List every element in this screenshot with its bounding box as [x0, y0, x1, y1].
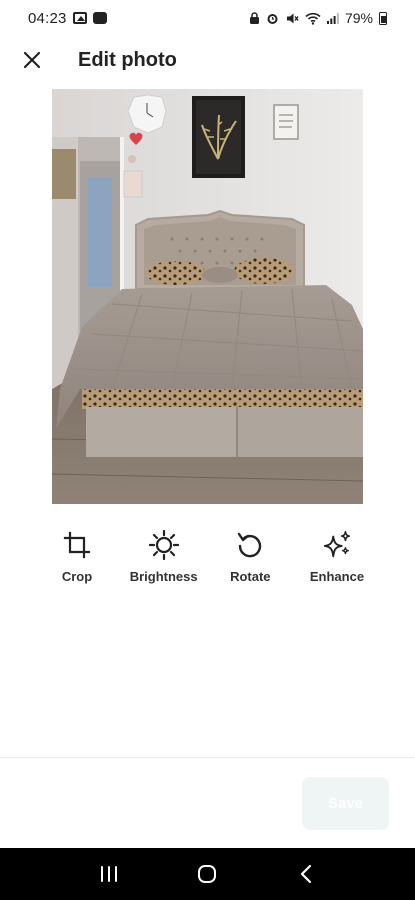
rotate-tool[interactable]: Rotate	[207, 530, 293, 594]
edit-tools: Crop Brightness Rotate Enhance	[34, 530, 380, 594]
rotate-icon	[235, 530, 265, 560]
header: Edit photo	[0, 38, 415, 82]
battery-percent: 79%	[344, 10, 373, 26]
rotate-label: Rotate	[230, 569, 271, 584]
save-button[interactable]: Save	[302, 777, 389, 830]
brightness-tool[interactable]: Brightness	[121, 530, 207, 594]
crop-tool[interactable]: Crop	[34, 530, 120, 594]
footer-divider	[0, 757, 415, 758]
status-left: 04:23	[28, 10, 107, 27]
wifi-icon	[305, 12, 321, 25]
gallery-icon	[72, 12, 87, 24]
mute-icon	[286, 13, 299, 23]
enhance-tool[interactable]: Enhance	[294, 530, 380, 594]
close-button[interactable]	[10, 38, 54, 82]
signal-icon	[326, 12, 339, 24]
crop-label: Crop	[61, 569, 93, 584]
photo-preview	[52, 89, 363, 504]
sparkles-icon	[322, 530, 352, 560]
home-button[interactable]	[187, 854, 227, 894]
bedroom-photo	[52, 89, 363, 504]
back-icon	[300, 864, 311, 884]
status-bar: 04:23 79%	[0, 0, 415, 36]
page-title: Edit photo	[78, 48, 177, 71]
status-time: 04:23	[28, 9, 67, 27]
back-button[interactable]	[286, 854, 326, 894]
close-icon	[23, 51, 41, 69]
brightness-label: Brightness	[129, 569, 198, 584]
home-icon	[198, 865, 217, 883]
alarm-icon	[267, 13, 278, 24]
lock-icon	[249, 11, 259, 24]
status-right: 79%	[249, 10, 387, 26]
recents-button[interactable]	[89, 854, 129, 894]
bag-icon	[92, 12, 107, 24]
recents-icon	[101, 866, 118, 882]
enhance-label: Enhance	[309, 569, 365, 584]
brightness-icon	[148, 530, 179, 560]
system-nav-bar	[0, 848, 415, 900]
battery-icon	[379, 11, 387, 25]
crop-icon	[62, 530, 92, 560]
